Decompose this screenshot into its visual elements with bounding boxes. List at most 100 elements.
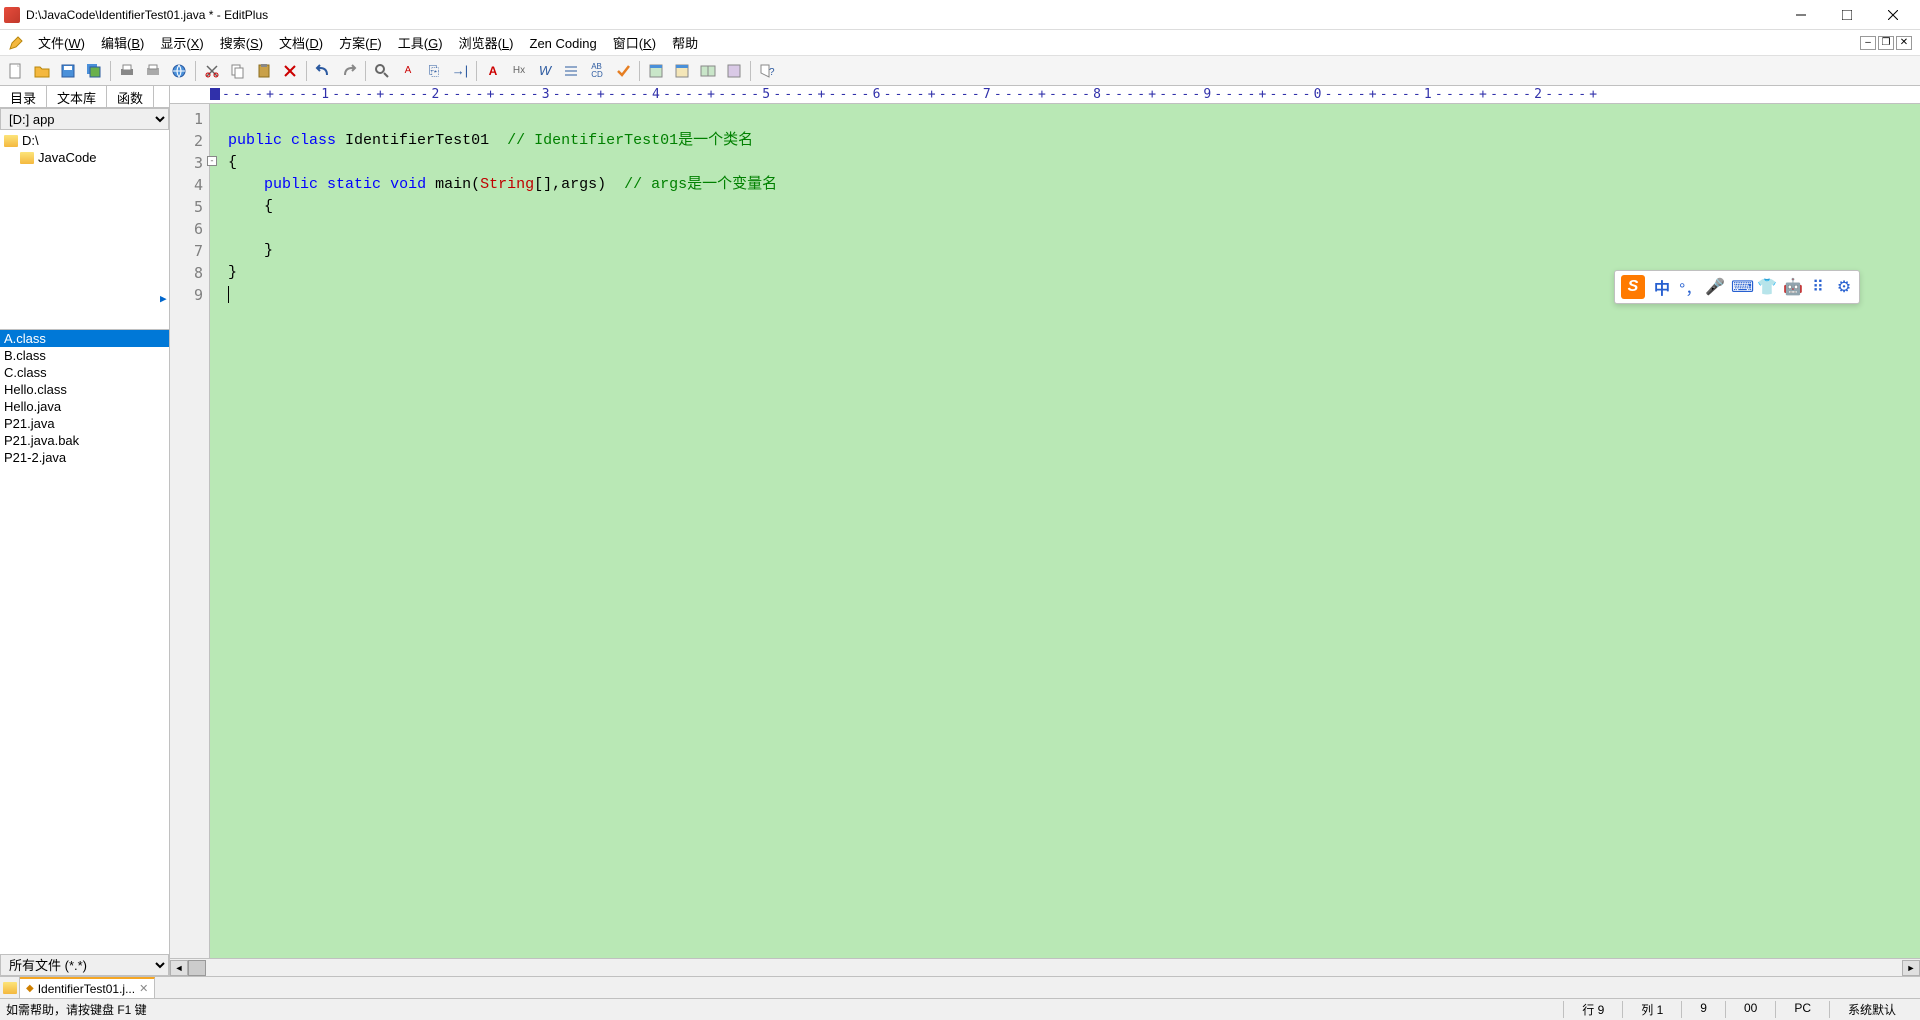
- file-item[interactable]: Hello.java: [0, 398, 169, 415]
- tree-item[interactable]: JavaCode: [2, 149, 167, 166]
- file-item[interactable]: P21-2.java: [0, 449, 169, 466]
- menu-item[interactable]: Zen Coding: [522, 34, 605, 53]
- menu-item[interactable]: 搜索(S): [212, 34, 271, 53]
- menubar: 文件(W)编辑(B)显示(X)搜索(S)文档(D)方案(F)工具(G)浏览器(L…: [0, 30, 1920, 56]
- window3-button[interactable]: [696, 59, 720, 83]
- redo-icon: [341, 63, 357, 79]
- menu-item[interactable]: 显示(X): [152, 34, 211, 53]
- minimize-button[interactable]: [1778, 0, 1824, 30]
- ime-keyboard-button[interactable]: ⌨: [1731, 277, 1749, 297]
- find-button[interactable]: [370, 59, 394, 83]
- menu-item[interactable]: 工具(G): [390, 34, 451, 53]
- replace-button[interactable]: A: [396, 59, 420, 83]
- ime-toolbar[interactable]: S 中 °， 🎤 ⌨ 👕 🤖 ⠿ ⚙: [1614, 270, 1860, 304]
- wordwrap-button[interactable]: W: [533, 59, 557, 83]
- modified-icon: ◆: [26, 983, 34, 994]
- goto-button[interactable]: ⎘: [422, 59, 446, 83]
- font-button[interactable]: A: [481, 59, 505, 83]
- open-folder-icon: [34, 63, 50, 79]
- hex-button[interactable]: Hx: [507, 59, 531, 83]
- tab-close-button[interactable]: ✕: [139, 982, 148, 995]
- spellcheck-button[interactable]: [611, 59, 635, 83]
- indent-button[interactable]: →|: [448, 59, 472, 83]
- redo-button[interactable]: [337, 59, 361, 83]
- menu-item[interactable]: 文档(D): [271, 34, 331, 53]
- menu-item[interactable]: 窗口(K): [605, 34, 664, 53]
- file-item[interactable]: P21.java: [0, 415, 169, 432]
- doc-tab-list-button[interactable]: [0, 977, 20, 998]
- lines-button[interactable]: [559, 59, 583, 83]
- ime-voice-button[interactable]: 🎤: [1705, 277, 1723, 297]
- sidebar-tab-directory[interactable]: 目录: [0, 86, 47, 107]
- sidebar: 目录 文本库 函数 [D:] app D:\ JavaCode A.classB…: [0, 86, 170, 976]
- delete-button[interactable]: [278, 59, 302, 83]
- save-all-button[interactable]: [82, 59, 106, 83]
- file-item[interactable]: C.class: [0, 364, 169, 381]
- sidebar-tab-functions[interactable]: 函数: [107, 86, 154, 107]
- status-sel: 00: [1725, 1001, 1775, 1018]
- scroll-right-button[interactable]: ►: [1902, 960, 1920, 976]
- code-area[interactable]: public class IdentifierTest01 // Identif…: [210, 104, 1920, 958]
- save-button[interactable]: [56, 59, 80, 83]
- ime-punct-button[interactable]: °，: [1679, 275, 1697, 299]
- menu-item[interactable]: 文件(W): [30, 34, 93, 53]
- ruler: ----+----1----+----2----+----3----+----4…: [170, 86, 1920, 104]
- browser-button[interactable]: [167, 59, 191, 83]
- drive-select[interactable]: [D:] app: [0, 108, 169, 130]
- window2-button[interactable]: [670, 59, 694, 83]
- file-item[interactable]: B.class: [0, 347, 169, 364]
- print-preview-button[interactable]: [141, 59, 165, 83]
- ime-lang-button[interactable]: 中: [1653, 275, 1671, 299]
- paste-button[interactable]: [252, 59, 276, 83]
- mdi-restore-button[interactable]: ❐: [1878, 36, 1894, 50]
- print-button[interactable]: [115, 59, 139, 83]
- menu-item[interactable]: 方案(F): [331, 34, 390, 53]
- window1-button[interactable]: [644, 59, 668, 83]
- maximize-button[interactable]: [1824, 0, 1870, 30]
- file-item[interactable]: A.class: [0, 330, 169, 347]
- delete-icon: [282, 63, 298, 79]
- file-list[interactable]: A.classB.classC.classHello.classHello.ja…: [0, 330, 169, 954]
- minimize-icon: [1796, 10, 1806, 20]
- globe-icon: [171, 63, 187, 79]
- status-enc: PC: [1775, 1001, 1829, 1018]
- chars-button[interactable]: ABCD: [585, 59, 609, 83]
- new-file-button[interactable]: [4, 59, 28, 83]
- copy-button[interactable]: [226, 59, 250, 83]
- horizontal-scrollbar[interactable]: ◄ ►: [170, 958, 1920, 976]
- font-icon: A: [489, 64, 498, 78]
- scroll-track[interactable]: [188, 960, 1902, 976]
- close-button[interactable]: [1870, 0, 1916, 30]
- undo-icon: [315, 63, 331, 79]
- ime-grid-button[interactable]: ⠿: [1809, 277, 1827, 297]
- mdi-minimize-button[interactable]: ‒: [1860, 36, 1876, 50]
- mdi-close-button[interactable]: ✕: [1896, 36, 1912, 50]
- document-tab[interactable]: ◆ IdentifierTest01.j... ✕: [20, 977, 155, 998]
- app-icon: [4, 7, 20, 23]
- file-item[interactable]: Hello.class: [0, 381, 169, 398]
- folder-icon: [3, 982, 17, 994]
- hex-icon: Hx: [513, 65, 525, 76]
- help-button[interactable]: ?: [755, 59, 779, 83]
- new-file-icon: [8, 63, 24, 79]
- menu-item[interactable]: 浏览器(L): [451, 34, 522, 53]
- filter-select[interactable]: 所有文件 (*.*): [0, 954, 169, 976]
- undo-button[interactable]: [311, 59, 335, 83]
- ime-skin-button[interactable]: 👕: [1757, 277, 1775, 297]
- menu-item[interactable]: 帮助: [664, 34, 706, 53]
- open-file-button[interactable]: [30, 59, 54, 83]
- scroll-left-button[interactable]: ◄: [170, 960, 188, 976]
- file-item[interactable]: P21.java.bak: [0, 432, 169, 449]
- tree-item[interactable]: D:\: [2, 132, 167, 149]
- window4-button[interactable]: [722, 59, 746, 83]
- save-icon: [60, 63, 76, 79]
- ime-settings-button[interactable]: ⚙: [1835, 277, 1853, 297]
- editor-body[interactable]: 123-456789▶ public class IdentifierTest0…: [170, 104, 1920, 958]
- ime-robot-button[interactable]: 🤖: [1783, 277, 1801, 297]
- cut-button[interactable]: [200, 59, 224, 83]
- sidebar-tab-cliptext[interactable]: 文本库: [47, 86, 107, 107]
- print-icon: [119, 63, 135, 79]
- scroll-thumb[interactable]: [188, 960, 206, 976]
- folder-tree[interactable]: D:\ JavaCode: [0, 130, 169, 330]
- menu-item[interactable]: 编辑(B): [93, 34, 152, 53]
